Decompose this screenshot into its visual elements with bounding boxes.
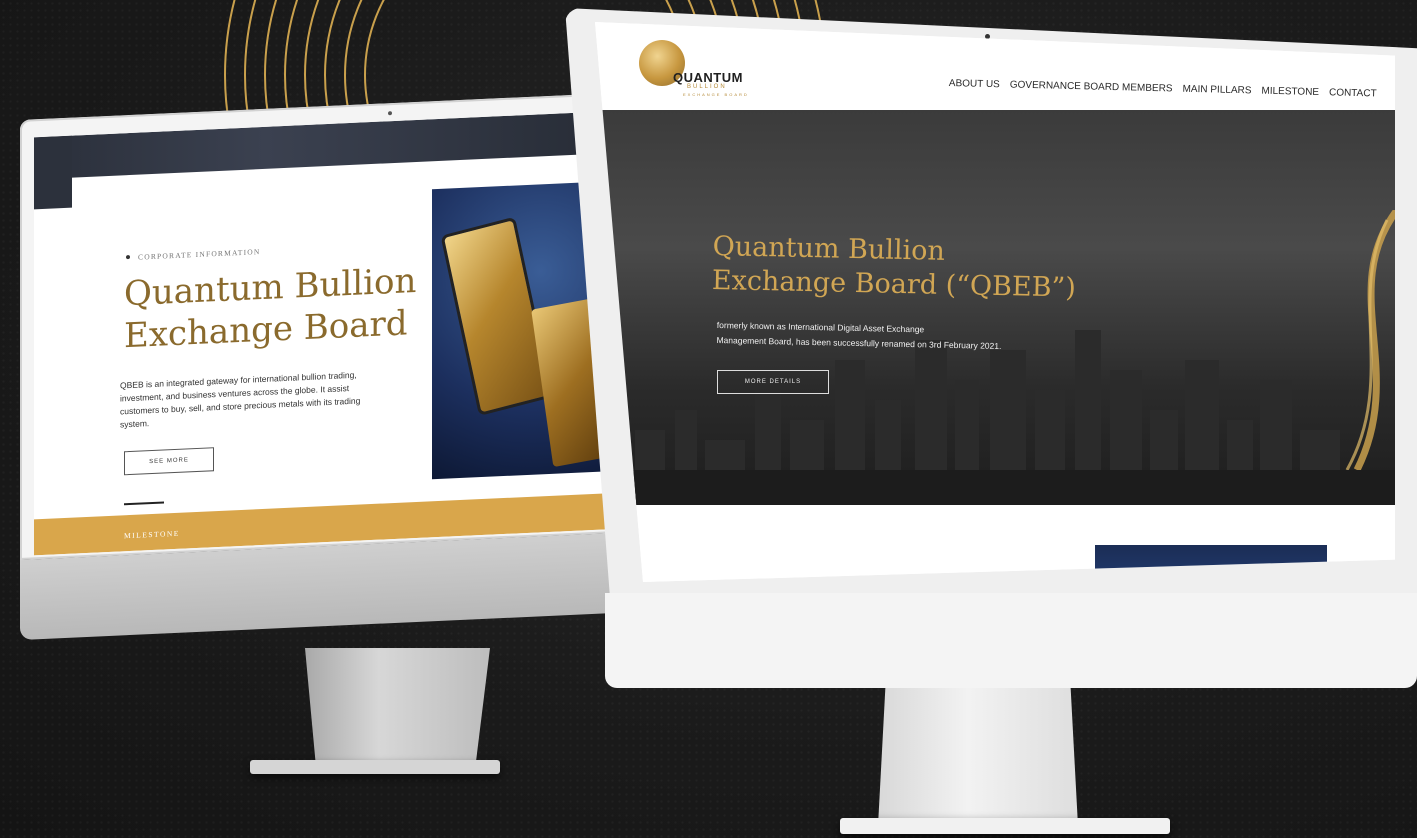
see-more-button[interactable]: SEE MORE — [124, 447, 214, 476]
back-screen: CORPORATE INFORMATION Quantum Bullion Ex… — [34, 111, 612, 556]
corner-image — [34, 135, 72, 210]
section-label: CORPORATE INFORMATION — [138, 247, 261, 262]
hero-title-line-2: Exchange Board (“QBEB”) — [711, 264, 1077, 304]
logo-subtext: BULLION — [687, 84, 727, 90]
description-text: QBEB is an integrated gateway for intern… — [120, 369, 361, 430]
monitor-foot-back — [250, 760, 500, 774]
nav-item-main-pillars[interactable]: MAIN PILLARS — [1182, 84, 1251, 97]
nav-item-contact[interactable]: CONTACT — [1329, 87, 1377, 99]
hero-description-line-2: Management Board, has been successfully … — [716, 334, 1002, 351]
hero-title-line-1: Quantum Bullion — [712, 230, 946, 267]
bullet-dot — [126, 255, 130, 260]
monitor-stand-front — [878, 676, 1078, 826]
hero-title: Quantum Bullion Exchange Board (“QBEB”) — [712, 230, 1153, 307]
monitor-back: CORPORATE INFORMATION Quantum Bullion Ex… — [20, 92, 620, 640]
monitor-foot-front — [840, 818, 1170, 834]
monitor-stand-back — [305, 648, 490, 768]
hero-description-line-1: formerly known as International Digital … — [716, 319, 925, 335]
monitor-front: QUANTUM BULLION EXCHANGE BOARD ABOUT US … — [565, 8, 1417, 688]
nav-item-about-us[interactable]: ABOUT US — [949, 78, 1000, 90]
hero-banner: Quantum Bullion Exchange Board (“QBEB”) … — [595, 110, 1395, 520]
gold-swirl-right — [1345, 210, 1395, 470]
nav-menu: ABOUT US GOVERNANCE BOARD MEMBERS MAIN P… — [949, 78, 1377, 99]
page-title: Quantum Bullion Exchange Board — [124, 260, 424, 358]
monitor-chin — [605, 593, 1417, 688]
milestone-label[interactable]: MILESTONE — [124, 529, 180, 541]
nav-item-milestone[interactable]: MILESTONE — [1261, 86, 1319, 98]
logo-text[interactable]: QUANTUM — [673, 70, 743, 85]
front-screen: QUANTUM BULLION EXCHANGE BOARD ABOUT US … — [595, 22, 1395, 582]
nav-item-governance-board-members[interactable]: GOVERNANCE BOARD MEMBERS — [1010, 79, 1173, 94]
logo-subtext-2: EXCHANGE BOARD — [683, 92, 749, 97]
more-details-button[interactable]: MORE DETAILS — [717, 370, 829, 394]
camera-dot — [985, 34, 990, 39]
divider — [124, 501, 164, 506]
